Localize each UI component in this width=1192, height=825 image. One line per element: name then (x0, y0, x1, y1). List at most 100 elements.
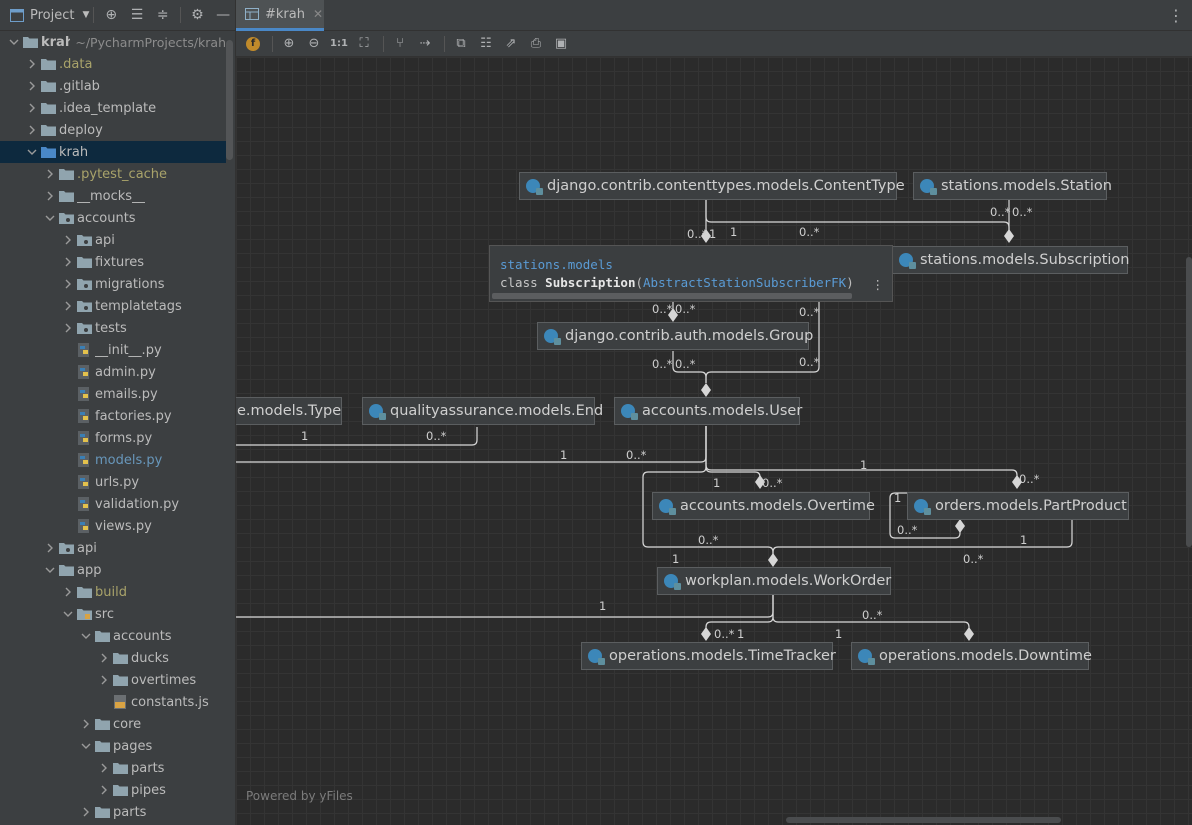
chevron-down-icon[interactable] (6, 34, 22, 50)
chevron-right-icon[interactable] (24, 122, 40, 138)
close-icon[interactable]: ✕ (313, 7, 323, 21)
collapse-all-icon[interactable]: ≑ (150, 2, 176, 28)
locate-icon[interactable]: ⊕ (98, 2, 124, 28)
chevron-down-icon[interactable] (78, 738, 94, 754)
chevron-right-icon[interactable] (60, 276, 76, 292)
chevron-right-icon[interactable] (60, 320, 76, 336)
more-options-icon[interactable]: ⋮ (1168, 6, 1184, 25)
tree-scrollbar[interactable] (226, 40, 233, 160)
apply-layout-icon[interactable]: ⇢ (414, 33, 436, 55)
tree-item[interactable]: .gitlab (0, 75, 226, 97)
tree-item[interactable]: parts (0, 801, 226, 823)
canvas-horizontal-scrollbar[interactable] (786, 817, 1061, 823)
copy-icon[interactable]: ⧉ (450, 33, 472, 55)
print-icon[interactable]: ⎙ (525, 33, 547, 55)
tree-item[interactable]: __mocks__ (0, 185, 226, 207)
chevron-right-icon[interactable] (24, 100, 40, 116)
tree-item[interactable]: models.py (0, 449, 226, 471)
chevron-right-icon[interactable] (60, 254, 76, 270)
tree-item[interactable]: .idea_template (0, 97, 226, 119)
tree-item[interactable]: deploy (0, 119, 226, 141)
tree-item[interactable]: api (0, 537, 226, 559)
fit-content-icon[interactable]: ⛶ (353, 33, 375, 55)
tree-item[interactable]: accounts (0, 207, 226, 229)
node-overtime[interactable]: accounts.models.Overtime (652, 492, 875, 520)
tree-item[interactable]: krah (0, 141, 226, 163)
tree-item[interactable]: pipes (0, 779, 226, 801)
tree-item[interactable]: migrations (0, 273, 226, 295)
chevron-right-icon[interactable] (42, 166, 58, 182)
node-group[interactable]: django.contrib.auth.models.Group (537, 322, 813, 350)
node-partproduct[interactable]: orders.models.PartProduct (907, 492, 1129, 520)
zoom-out-icon[interactable]: ⊖ (303, 33, 325, 55)
chevron-right-icon[interactable] (78, 716, 94, 732)
tree-item[interactable]: pages (0, 735, 226, 757)
tree-item[interactable]: build (0, 581, 226, 603)
tree-item[interactable]: emails.py (0, 383, 226, 405)
tree-item[interactable]: fixtures (0, 251, 226, 273)
tree-item[interactable]: tests (0, 317, 226, 339)
tree-item[interactable]: urls.py (0, 471, 226, 493)
fields-filter-icon[interactable]: f (242, 33, 264, 55)
tree-item[interactable]: validation.py (0, 493, 226, 515)
layout-icon[interactable]: ⑂ (389, 33, 411, 55)
minimize-icon[interactable]: — (210, 2, 235, 28)
tree-item[interactable]: templatetags (0, 295, 226, 317)
tree-item[interactable]: api (0, 229, 226, 251)
chevron-right-icon[interactable] (24, 78, 40, 94)
node-timetracker[interactable]: operations.models.TimeTracker (581, 642, 836, 670)
chevron-right-icon[interactable] (96, 782, 112, 798)
tree-item[interactable]: views.py (0, 515, 226, 537)
chevron-right-icon[interactable] (42, 540, 58, 556)
node-downtime[interactable]: operations.models.Downtime (851, 642, 1092, 670)
node-type[interactable]: e.models.Type (236, 397, 342, 425)
tree-item[interactable]: factories.py (0, 405, 226, 427)
chevron-right-icon[interactable] (96, 650, 112, 666)
tab-krah-diagram[interactable]: #krah ✕ (236, 0, 324, 31)
chevron-down-icon[interactable] (42, 210, 58, 226)
more-options-icon[interactable]: ⋮ (872, 276, 885, 294)
tree-item[interactable]: forms.py (0, 427, 226, 449)
project-view-selector[interactable]: Project ▼ (10, 8, 89, 23)
chevron-right-icon[interactable] (24, 56, 40, 72)
tree-item[interactable]: .pytest_cache (0, 163, 226, 185)
zoom-in-icon[interactable]: ⊕ (278, 33, 300, 55)
tree-item[interactable]: core (0, 713, 226, 735)
chevron-right-icon[interactable] (42, 188, 58, 204)
save-icon[interactable]: ▣ (550, 33, 572, 55)
chevron-right-icon[interactable] (60, 298, 76, 314)
chevron-right-icon[interactable] (60, 584, 76, 600)
structure-icon[interactable]: ☷ (475, 33, 497, 55)
node-contenttype[interactable]: django.contrib.contenttypes.models.Conte… (519, 172, 905, 200)
tree-item[interactable]: __init__.py (0, 339, 226, 361)
tree-item[interactable]: krah ~/PycharmProjects/krah (0, 31, 226, 53)
class-quick-doc-popup[interactable]: stations.models class Subscription(Abstr… (489, 245, 893, 302)
chevron-right-icon[interactable] (96, 760, 112, 776)
chevron-down-icon[interactable] (24, 144, 40, 160)
node-qa-end[interactable]: qualityassurance.models.End (362, 397, 603, 425)
chevron-down-icon[interactable] (60, 606, 76, 622)
tree-item[interactable]: admin.py (0, 361, 226, 383)
actual-size-icon[interactable]: 1:1 (328, 33, 350, 55)
node-workorder[interactable]: workplan.models.WorkOrder (657, 567, 891, 595)
tree-item[interactable]: parts (0, 757, 226, 779)
tree-item[interactable]: accounts (0, 625, 226, 647)
chevron-down-icon[interactable] (42, 562, 58, 578)
tree-item[interactable]: src (0, 603, 226, 625)
tree-item[interactable]: overtimes (0, 669, 226, 691)
expand-all-icon[interactable]: ☰ (124, 2, 150, 28)
tree-item[interactable]: .data (0, 53, 226, 75)
chevron-right-icon[interactable] (78, 804, 94, 820)
diagram-canvas[interactable]: django.contrib.contenttypes.models.Conte… (236, 57, 1192, 825)
tree-item[interactable]: app (0, 559, 226, 581)
export-icon[interactable]: ⇗ (500, 33, 522, 55)
chevron-right-icon[interactable] (96, 672, 112, 688)
node-subscription[interactable]: stations.models.Subscription (892, 246, 1129, 274)
chevron-down-icon[interactable] (78, 628, 94, 644)
node-user[interactable]: accounts.models.User (614, 397, 802, 425)
tooltip-scrollbar[interactable] (492, 293, 852, 299)
gear-icon[interactable]: ⚙ (185, 2, 211, 28)
node-station[interactable]: stations.models.Station (913, 172, 1112, 200)
chevron-right-icon[interactable] (60, 232, 76, 248)
tree-item[interactable]: ducks (0, 647, 226, 669)
